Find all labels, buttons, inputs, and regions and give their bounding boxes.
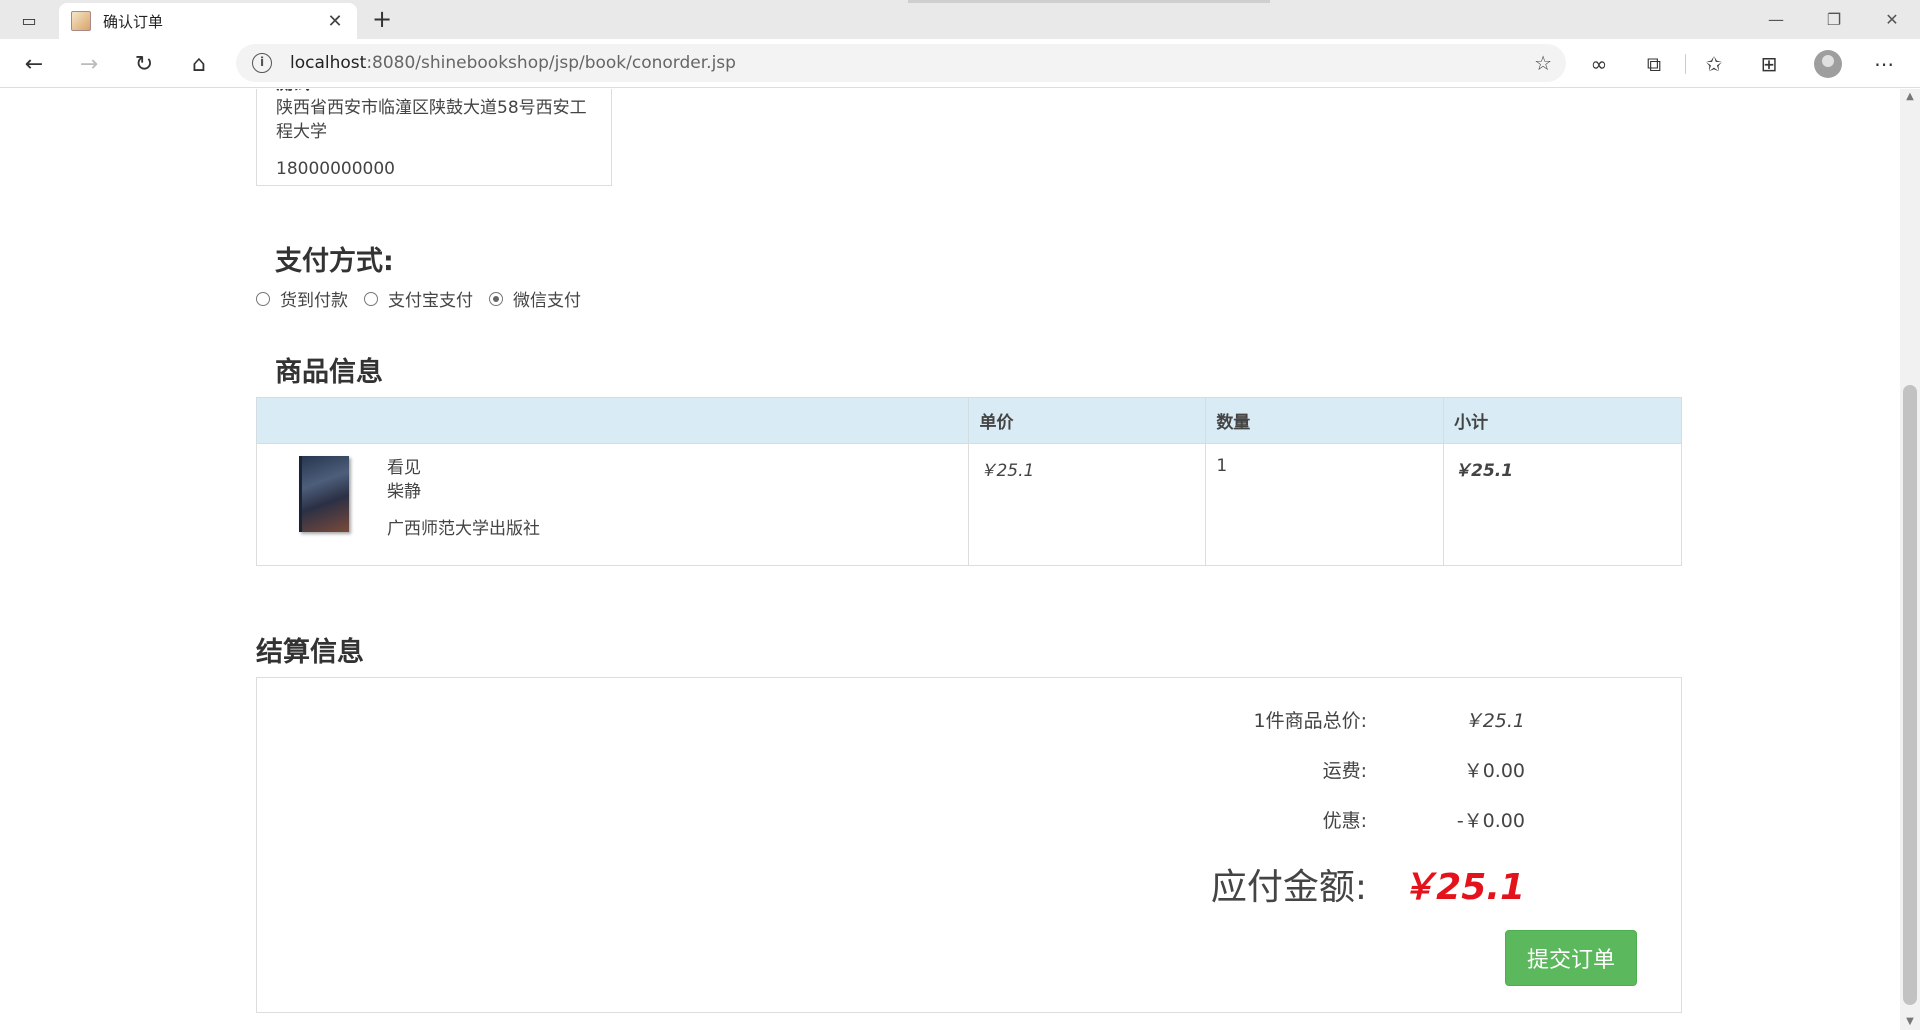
recipient-phone: 18000000000 bbox=[276, 159, 395, 179]
recipient-name: 测试 bbox=[276, 89, 592, 96]
discount-value: -￥0.00 bbox=[1456, 810, 1525, 832]
submit-order-button[interactable]: 提交订单 bbox=[1505, 930, 1637, 986]
page-viewport: 测试 陕西省西安市临潼区陕鼓大道58号西安工程大学 18000000000 支付… bbox=[0, 89, 1900, 1030]
settlement-box: 1件商品总价: ￥25.1 运费: ￥0.00 优惠: -￥0.00 应付金额:… bbox=[256, 677, 1682, 1013]
collections-icon[interactable]: ⊞ bbox=[1753, 48, 1785, 80]
amount-due-row: 应付金额: ￥25.1 bbox=[1067, 858, 1525, 910]
infinity-icon[interactable]: ∞ bbox=[1583, 48, 1615, 80]
site-info-icon[interactable]: i bbox=[252, 53, 272, 73]
forward-arrow-icon[interactable]: → bbox=[73, 48, 105, 80]
page-loading-strip bbox=[908, 0, 1270, 3]
address-card[interactable]: 测试 陕西省西安市临潼区陕鼓大道58号西安工程大学 18000000000 bbox=[256, 89, 612, 186]
scroll-down-icon[interactable]: ▼ bbox=[1900, 1014, 1920, 1030]
add-favorite-icon[interactable]: ☆ bbox=[1534, 51, 1552, 75]
header-unit-price: 单价 bbox=[968, 397, 1207, 444]
favorites-icon[interactable]: ✩ bbox=[1698, 48, 1730, 80]
goods-table-header: 单价 数量 小计 bbox=[255, 397, 1682, 444]
browser-toolbar: ← → ↻ ⌂ i localhost:8080/shinebookshop/j… bbox=[0, 39, 1920, 88]
scroll-thumb[interactable] bbox=[1903, 385, 1917, 1005]
payment-option-label: 支付宝支付 bbox=[388, 291, 473, 311]
amount-due-label: 应付金额: bbox=[1210, 867, 1367, 908]
shipping-value: ￥0.00 bbox=[1463, 760, 1525, 782]
table-row: 看见 柴静 广西师范大学出版社 ￥25.1 1 ￥25.1 bbox=[255, 443, 1682, 566]
discount-row: 优惠: -￥0.00 bbox=[1067, 806, 1525, 833]
home-icon[interactable]: ⌂ bbox=[183, 48, 215, 80]
restore-icon[interactable]: ❐ bbox=[1814, 6, 1854, 34]
recipient-address: 陕西省西安市临潼区陕鼓大道58号西安工程大学 bbox=[276, 98, 587, 142]
radio-alipay[interactable] bbox=[364, 291, 378, 306]
total-label: 1件商品总价: bbox=[1253, 710, 1368, 732]
payment-section-title: 支付方式: bbox=[275, 246, 394, 277]
header-quantity: 数量 bbox=[1205, 397, 1445, 444]
payment-option-wechat[interactable]: 微信支付 bbox=[489, 286, 581, 311]
address-bar[interactable]: i localhost:8080/shinebookshop/jsp/book/… bbox=[236, 44, 1566, 82]
browser-tab[interactable]: 确认订单 ✕ bbox=[59, 3, 357, 39]
site-favicon-icon bbox=[71, 11, 91, 31]
refresh-icon[interactable]: ↻ bbox=[128, 48, 160, 80]
amount-due-value: ￥25.1 bbox=[1400, 867, 1525, 908]
payment-option-cod[interactable]: 货到付款 bbox=[256, 286, 348, 311]
new-tab-icon[interactable]: + bbox=[368, 6, 396, 34]
payment-option-alipay[interactable]: 支付宝支付 bbox=[364, 286, 473, 311]
unit-price: ￥25.1 bbox=[968, 443, 1207, 566]
tab-title: 确认订单 bbox=[103, 12, 164, 31]
book-author: 柴静 bbox=[387, 482, 421, 502]
scroll-up-icon[interactable]: ▲ bbox=[1900, 89, 1920, 105]
goods-table: 单价 数量 小计 看见 柴静 广西师范大学出版社 ￥25.1 1 ￥25.1 bbox=[255, 397, 1682, 566]
radio-wechat[interactable] bbox=[489, 291, 503, 306]
book-title[interactable]: 看见 bbox=[387, 456, 540, 480]
header-subtotal: 小计 bbox=[1443, 397, 1682, 444]
book-publisher: 广西师范大学出版社 bbox=[387, 519, 540, 539]
minimize-icon[interactable]: — bbox=[1756, 6, 1796, 34]
book-cover-image[interactable] bbox=[299, 456, 349, 532]
payment-option-label: 微信支付 bbox=[513, 291, 581, 311]
tab-close-icon[interactable]: ✕ bbox=[325, 11, 345, 32]
toolbar-separator bbox=[1685, 54, 1686, 74]
radio-cod[interactable] bbox=[256, 291, 270, 306]
payment-option-label: 货到付款 bbox=[280, 291, 348, 311]
subtotal: ￥25.1 bbox=[1443, 443, 1682, 566]
product-cell: 看见 柴静 广西师范大学出版社 bbox=[255, 443, 970, 566]
shipping-row: 运费: ￥0.00 bbox=[1067, 756, 1525, 783]
profile-avatar-icon[interactable] bbox=[1814, 50, 1842, 78]
back-arrow-icon[interactable]: ← bbox=[18, 48, 50, 80]
more-menu-icon[interactable]: ⋯ bbox=[1868, 48, 1900, 80]
shipping-label: 运费: bbox=[1322, 760, 1367, 782]
extensions-icon[interactable]: ⧉ bbox=[1638, 48, 1670, 80]
total-value: ￥25.1 bbox=[1463, 710, 1525, 732]
url-text: localhost:8080/shinebookshop/jsp/book/co… bbox=[290, 53, 736, 73]
discount-label: 优惠: bbox=[1322, 810, 1367, 832]
browser-tab-bar: ▭ 确认订单 ✕ + — ❐ ✕ bbox=[0, 0, 1920, 39]
header-product bbox=[255, 397, 970, 444]
window-close-icon[interactable]: ✕ bbox=[1872, 6, 1912, 34]
tab-actions-icon[interactable]: ▭ bbox=[16, 8, 42, 32]
page-scrollbar[interactable]: ▲ ▼ bbox=[1900, 89, 1920, 1030]
settlement-section-title: 结算信息 bbox=[256, 637, 364, 668]
payment-options: 货到付款 支付宝支付 微信支付 bbox=[256, 286, 597, 311]
goods-section-title: 商品信息 bbox=[275, 357, 383, 388]
total-row: 1件商品总价: ￥25.1 bbox=[1067, 706, 1526, 733]
quantity: 1 bbox=[1205, 443, 1445, 566]
